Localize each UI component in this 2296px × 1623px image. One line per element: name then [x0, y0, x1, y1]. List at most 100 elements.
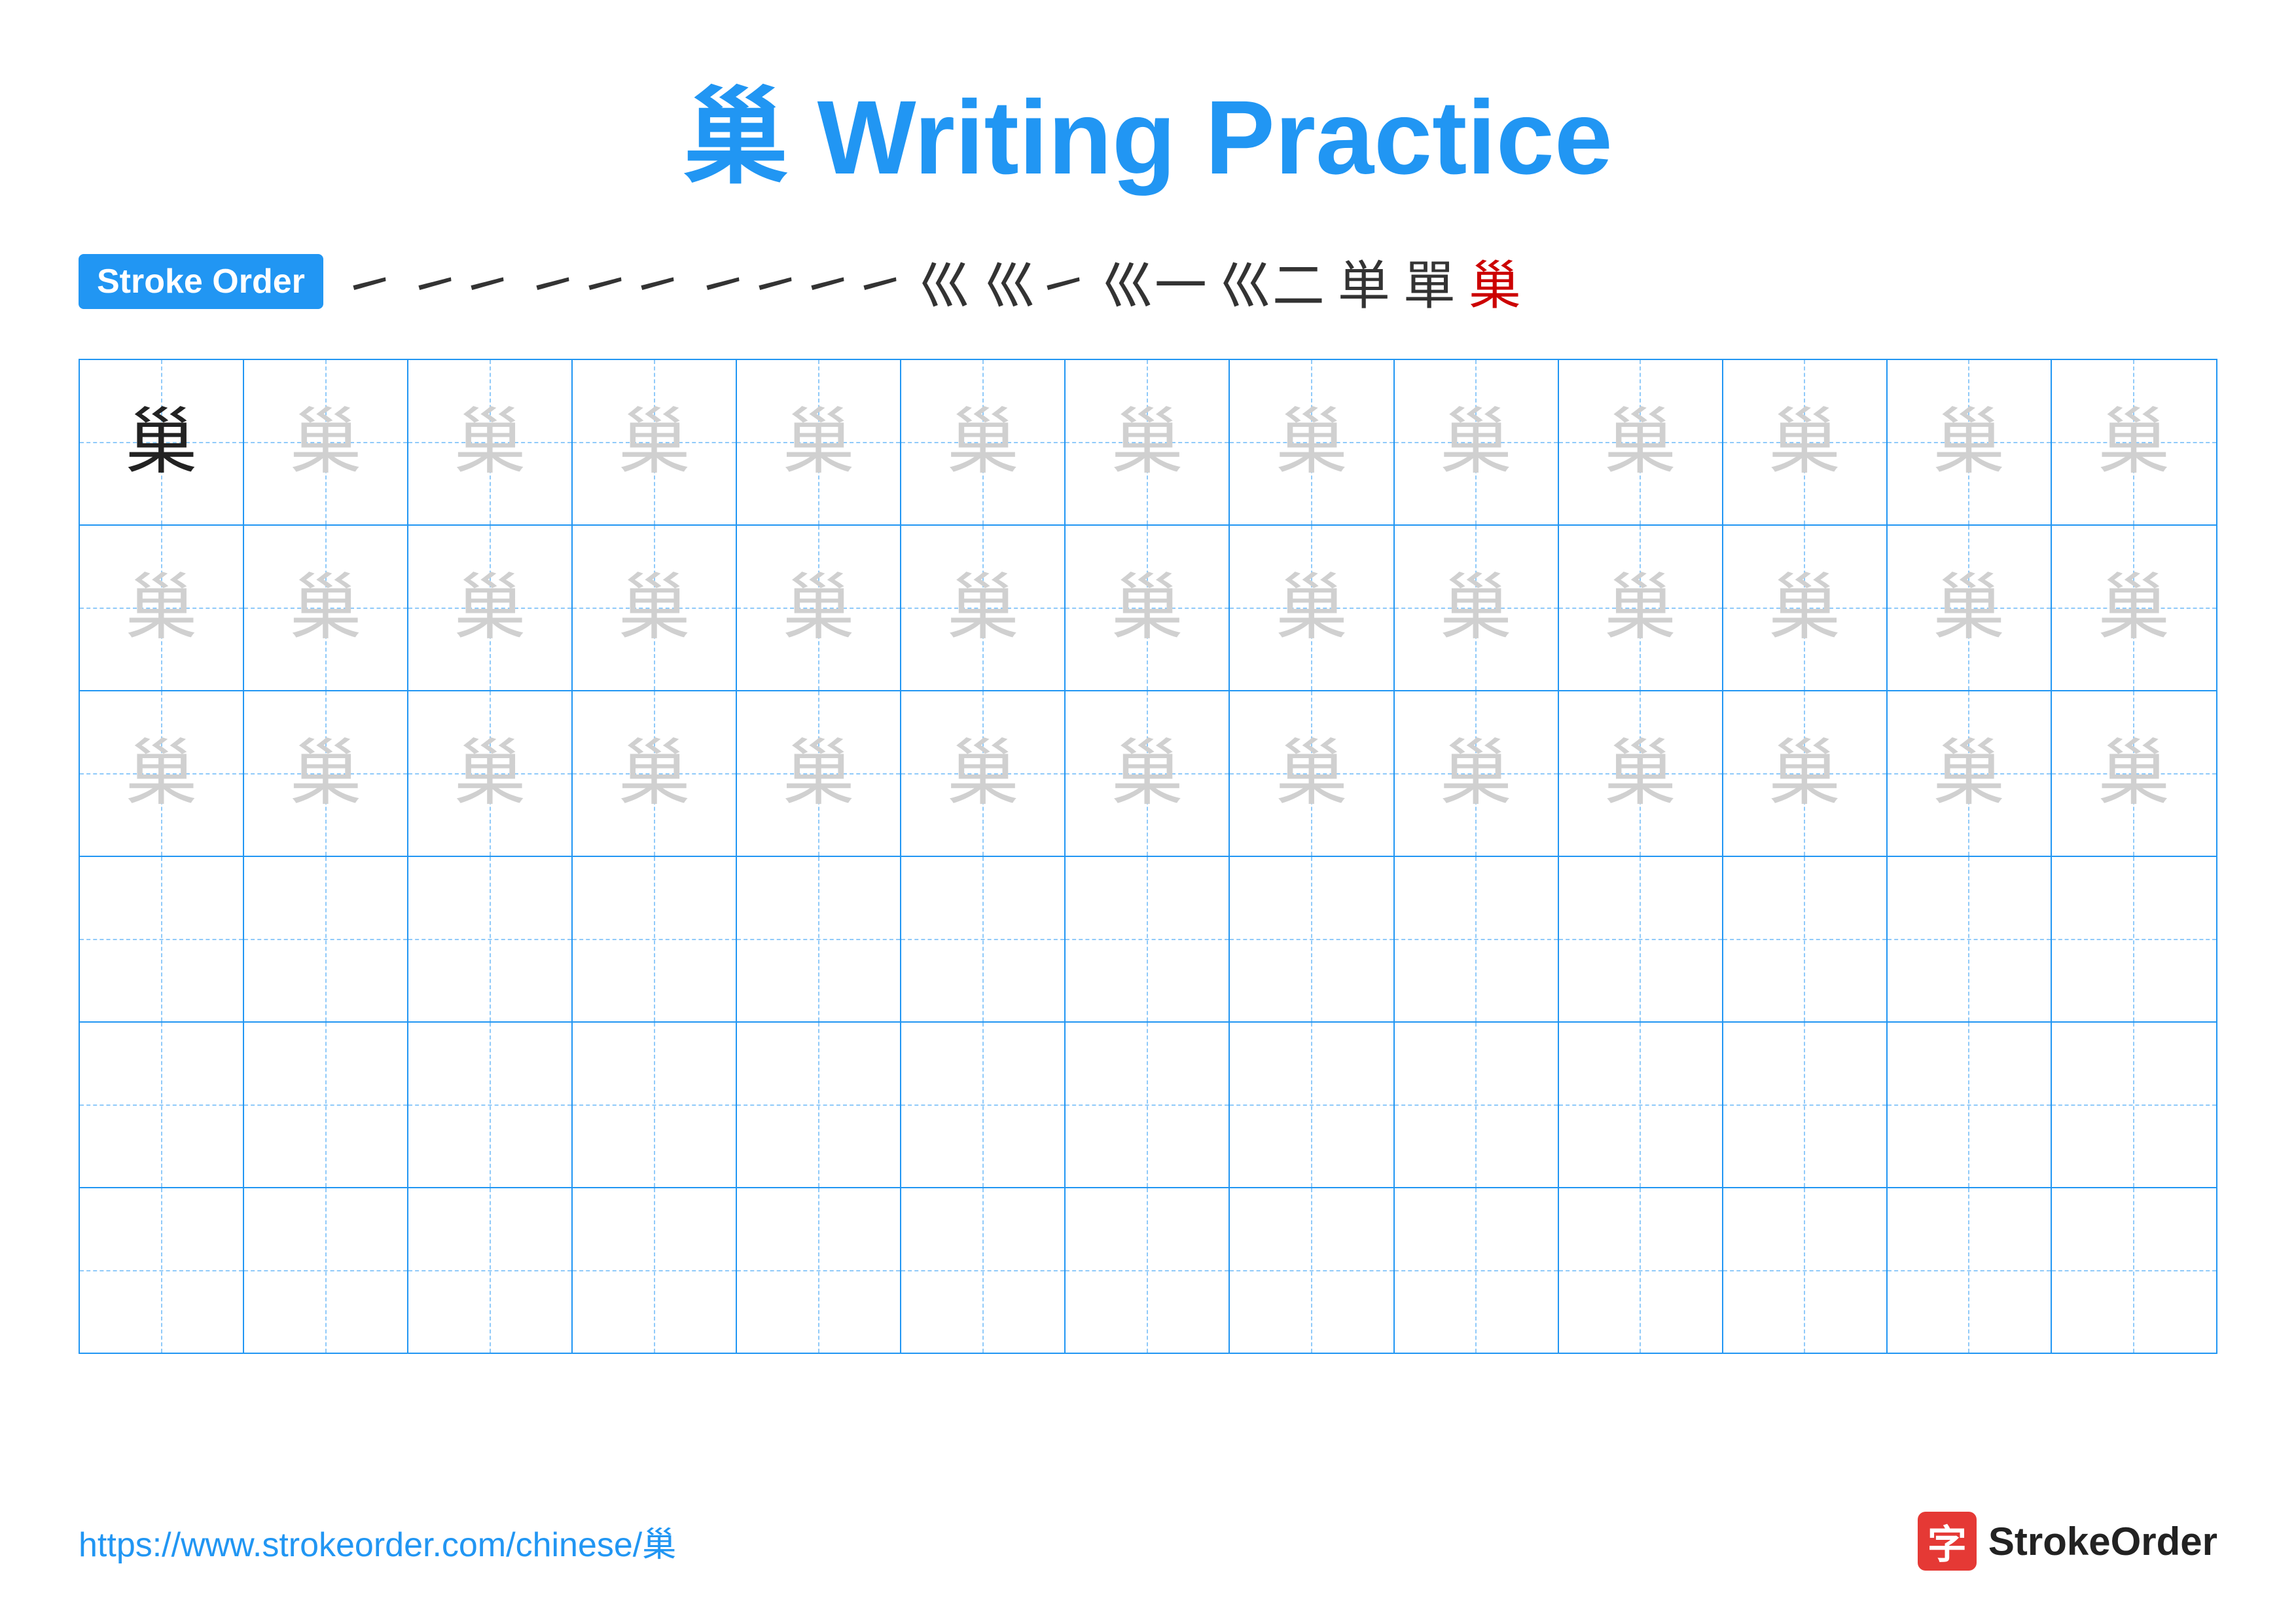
grid-cell-6-12[interactable]	[1888, 1188, 2052, 1353]
grid-cell-4-10[interactable]	[1559, 857, 1723, 1021]
grid-cell-4-1[interactable]	[80, 857, 244, 1021]
grid-cell-3-5[interactable]: 巢	[737, 691, 901, 856]
grid-cell-5-5[interactable]	[737, 1023, 901, 1187]
grid-cell-2-8[interactable]: 巢	[1230, 526, 1394, 690]
grid-cell-4-6[interactable]	[901, 857, 1066, 1021]
grid-cell-3-12[interactable]: 巢	[1888, 691, 2052, 856]
grid-cell-2-1[interactable]: 巢	[80, 526, 244, 690]
char-light: 巢	[1604, 572, 1676, 644]
stroke-6: 巛㇀	[984, 244, 1089, 319]
grid-cell-1-3[interactable]: 巢	[408, 360, 573, 524]
grid-cell-5-4[interactable]	[573, 1023, 737, 1187]
grid-cell-5-8[interactable]	[1230, 1023, 1394, 1187]
grid-cell-2-7[interactable]: 巢	[1066, 526, 1230, 690]
grid-cell-3-9[interactable]: 巢	[1395, 691, 1559, 856]
grid-cell-1-11[interactable]: 巢	[1723, 360, 1888, 524]
grid-cell-6-7[interactable]	[1066, 1188, 1230, 1353]
grid-cell-3-13[interactable]: 巢	[2052, 691, 2216, 856]
char-light: 巢	[619, 572, 691, 644]
grid-cell-4-7[interactable]	[1066, 857, 1230, 1021]
grid-cell-2-11[interactable]: 巢	[1723, 526, 1888, 690]
stroke-3: ㇀㇀㇀	[526, 244, 683, 319]
char-light: 巢	[1933, 407, 2005, 479]
grid-cell-2-10[interactable]: 巢	[1559, 526, 1723, 690]
grid-cell-1-10[interactable]: 巢	[1559, 360, 1723, 524]
char-light: 巢	[1933, 572, 2005, 644]
grid-cell-6-8[interactable]	[1230, 1188, 1394, 1353]
grid-cell-2-6[interactable]: 巢	[901, 526, 1066, 690]
grid-cell-2-2[interactable]: 巢	[244, 526, 408, 690]
grid-cell-3-4[interactable]: 巢	[573, 691, 737, 856]
char-light: 巢	[1440, 738, 1512, 810]
grid-cell-5-3[interactable]	[408, 1023, 573, 1187]
grid-cell-6-1[interactable]	[80, 1188, 244, 1353]
char-light: 巢	[1440, 572, 1512, 644]
grid-cell-1-9[interactable]: 巢	[1395, 360, 1559, 524]
grid-cell-2-13[interactable]: 巢	[2052, 526, 2216, 690]
grid-cell-6-3[interactable]	[408, 1188, 573, 1353]
grid-cell-3-11[interactable]: 巢	[1723, 691, 1888, 856]
grid-cell-5-6[interactable]	[901, 1023, 1066, 1187]
grid-cell-2-9[interactable]: 巢	[1395, 526, 1559, 690]
footer-url[interactable]: https://www.strokeorder.com/chinese/巢	[79, 1517, 676, 1566]
grid-cell-3-2[interactable]: 巢	[244, 691, 408, 856]
grid-cell-4-11[interactable]	[1723, 857, 1888, 1021]
grid-cell-6-2[interactable]	[244, 1188, 408, 1353]
char-light: 巢	[947, 407, 1019, 479]
grid-cell-4-3[interactable]	[408, 857, 573, 1021]
char-light: 巢	[619, 407, 691, 479]
grid-cell-2-3[interactable]: 巢	[408, 526, 573, 690]
grid-cell-2-5[interactable]: 巢	[737, 526, 901, 690]
grid-cell-6-11[interactable]	[1723, 1188, 1888, 1353]
grid-cell-5-12[interactable]	[1888, 1023, 2052, 1187]
grid-cell-5-7[interactable]	[1066, 1023, 1230, 1187]
grid-cell-2-12[interactable]: 巢	[1888, 526, 2052, 690]
grid-cell-3-3[interactable]: 巢	[408, 691, 573, 856]
grid-cell-5-10[interactable]	[1559, 1023, 1723, 1187]
grid-cell-6-4[interactable]	[573, 1188, 737, 1353]
stroke-8: 巛二	[1220, 244, 1325, 319]
grid-cell-3-10[interactable]: 巢	[1559, 691, 1723, 856]
grid-row-2: 巢 巢 巢 巢 巢 巢 巢 巢 巢 巢 巢 巢 巢	[80, 526, 2216, 691]
grid-cell-4-4[interactable]	[573, 857, 737, 1021]
char-light: 巢	[783, 572, 855, 644]
char-light: 巢	[290, 572, 362, 644]
grid-cell-5-11[interactable]	[1723, 1023, 1888, 1187]
stroke-9: 単	[1338, 244, 1390, 319]
grid-cell-5-13[interactable]	[2052, 1023, 2216, 1187]
grid-cell-1-1[interactable]: 巢	[80, 360, 244, 524]
grid-cell-2-4[interactable]: 巢	[573, 526, 737, 690]
grid-cell-4-9[interactable]	[1395, 857, 1559, 1021]
grid-cell-1-6[interactable]: 巢	[901, 360, 1066, 524]
char-light: 巢	[947, 572, 1019, 644]
grid-cell-1-2[interactable]: 巢	[244, 360, 408, 524]
grid-cell-5-9[interactable]	[1395, 1023, 1559, 1187]
grid-cell-4-12[interactable]	[1888, 857, 2052, 1021]
char-light: 巢	[783, 407, 855, 479]
stroke-order-chars: ㇀ ㇀㇀ ㇀㇀㇀ ㇀㇀㇀㇀ 巛 巛㇀ 巛一 巛二 単 單 巢	[343, 244, 1521, 319]
grid-cell-4-5[interactable]	[737, 857, 901, 1021]
grid-cell-6-6[interactable]	[901, 1188, 1066, 1353]
grid-cell-1-7[interactable]: 巢	[1066, 360, 1230, 524]
grid-cell-1-8[interactable]: 巢	[1230, 360, 1394, 524]
grid-cell-1-12[interactable]: 巢	[1888, 360, 2052, 524]
grid-cell-5-1[interactable]	[80, 1023, 244, 1187]
grid-cell-4-2[interactable]	[244, 857, 408, 1021]
grid-cell-3-7[interactable]: 巢	[1066, 691, 1230, 856]
grid-cell-3-8[interactable]: 巢	[1230, 691, 1394, 856]
grid-cell-1-5[interactable]: 巢	[737, 360, 901, 524]
grid-cell-6-13[interactable]	[2052, 1188, 2216, 1353]
grid-cell-4-8[interactable]	[1230, 857, 1394, 1021]
footer-logo-text: StrokeOrder	[1988, 1519, 2217, 1564]
grid-cell-5-2[interactable]	[244, 1023, 408, 1187]
stroke-10: 單	[1403, 244, 1456, 319]
grid-cell-4-13[interactable]	[2052, 857, 2216, 1021]
grid-cell-3-1[interactable]: 巢	[80, 691, 244, 856]
grid-cell-1-13[interactable]: 巢	[2052, 360, 2216, 524]
grid-cell-6-5[interactable]	[737, 1188, 901, 1353]
grid-cell-1-4[interactable]: 巢	[573, 360, 737, 524]
grid-cell-6-10[interactable]	[1559, 1188, 1723, 1353]
grid-cell-3-6[interactable]: 巢	[901, 691, 1066, 856]
grid-cell-6-9[interactable]	[1395, 1188, 1559, 1353]
char-light: 巢	[1768, 572, 1840, 644]
